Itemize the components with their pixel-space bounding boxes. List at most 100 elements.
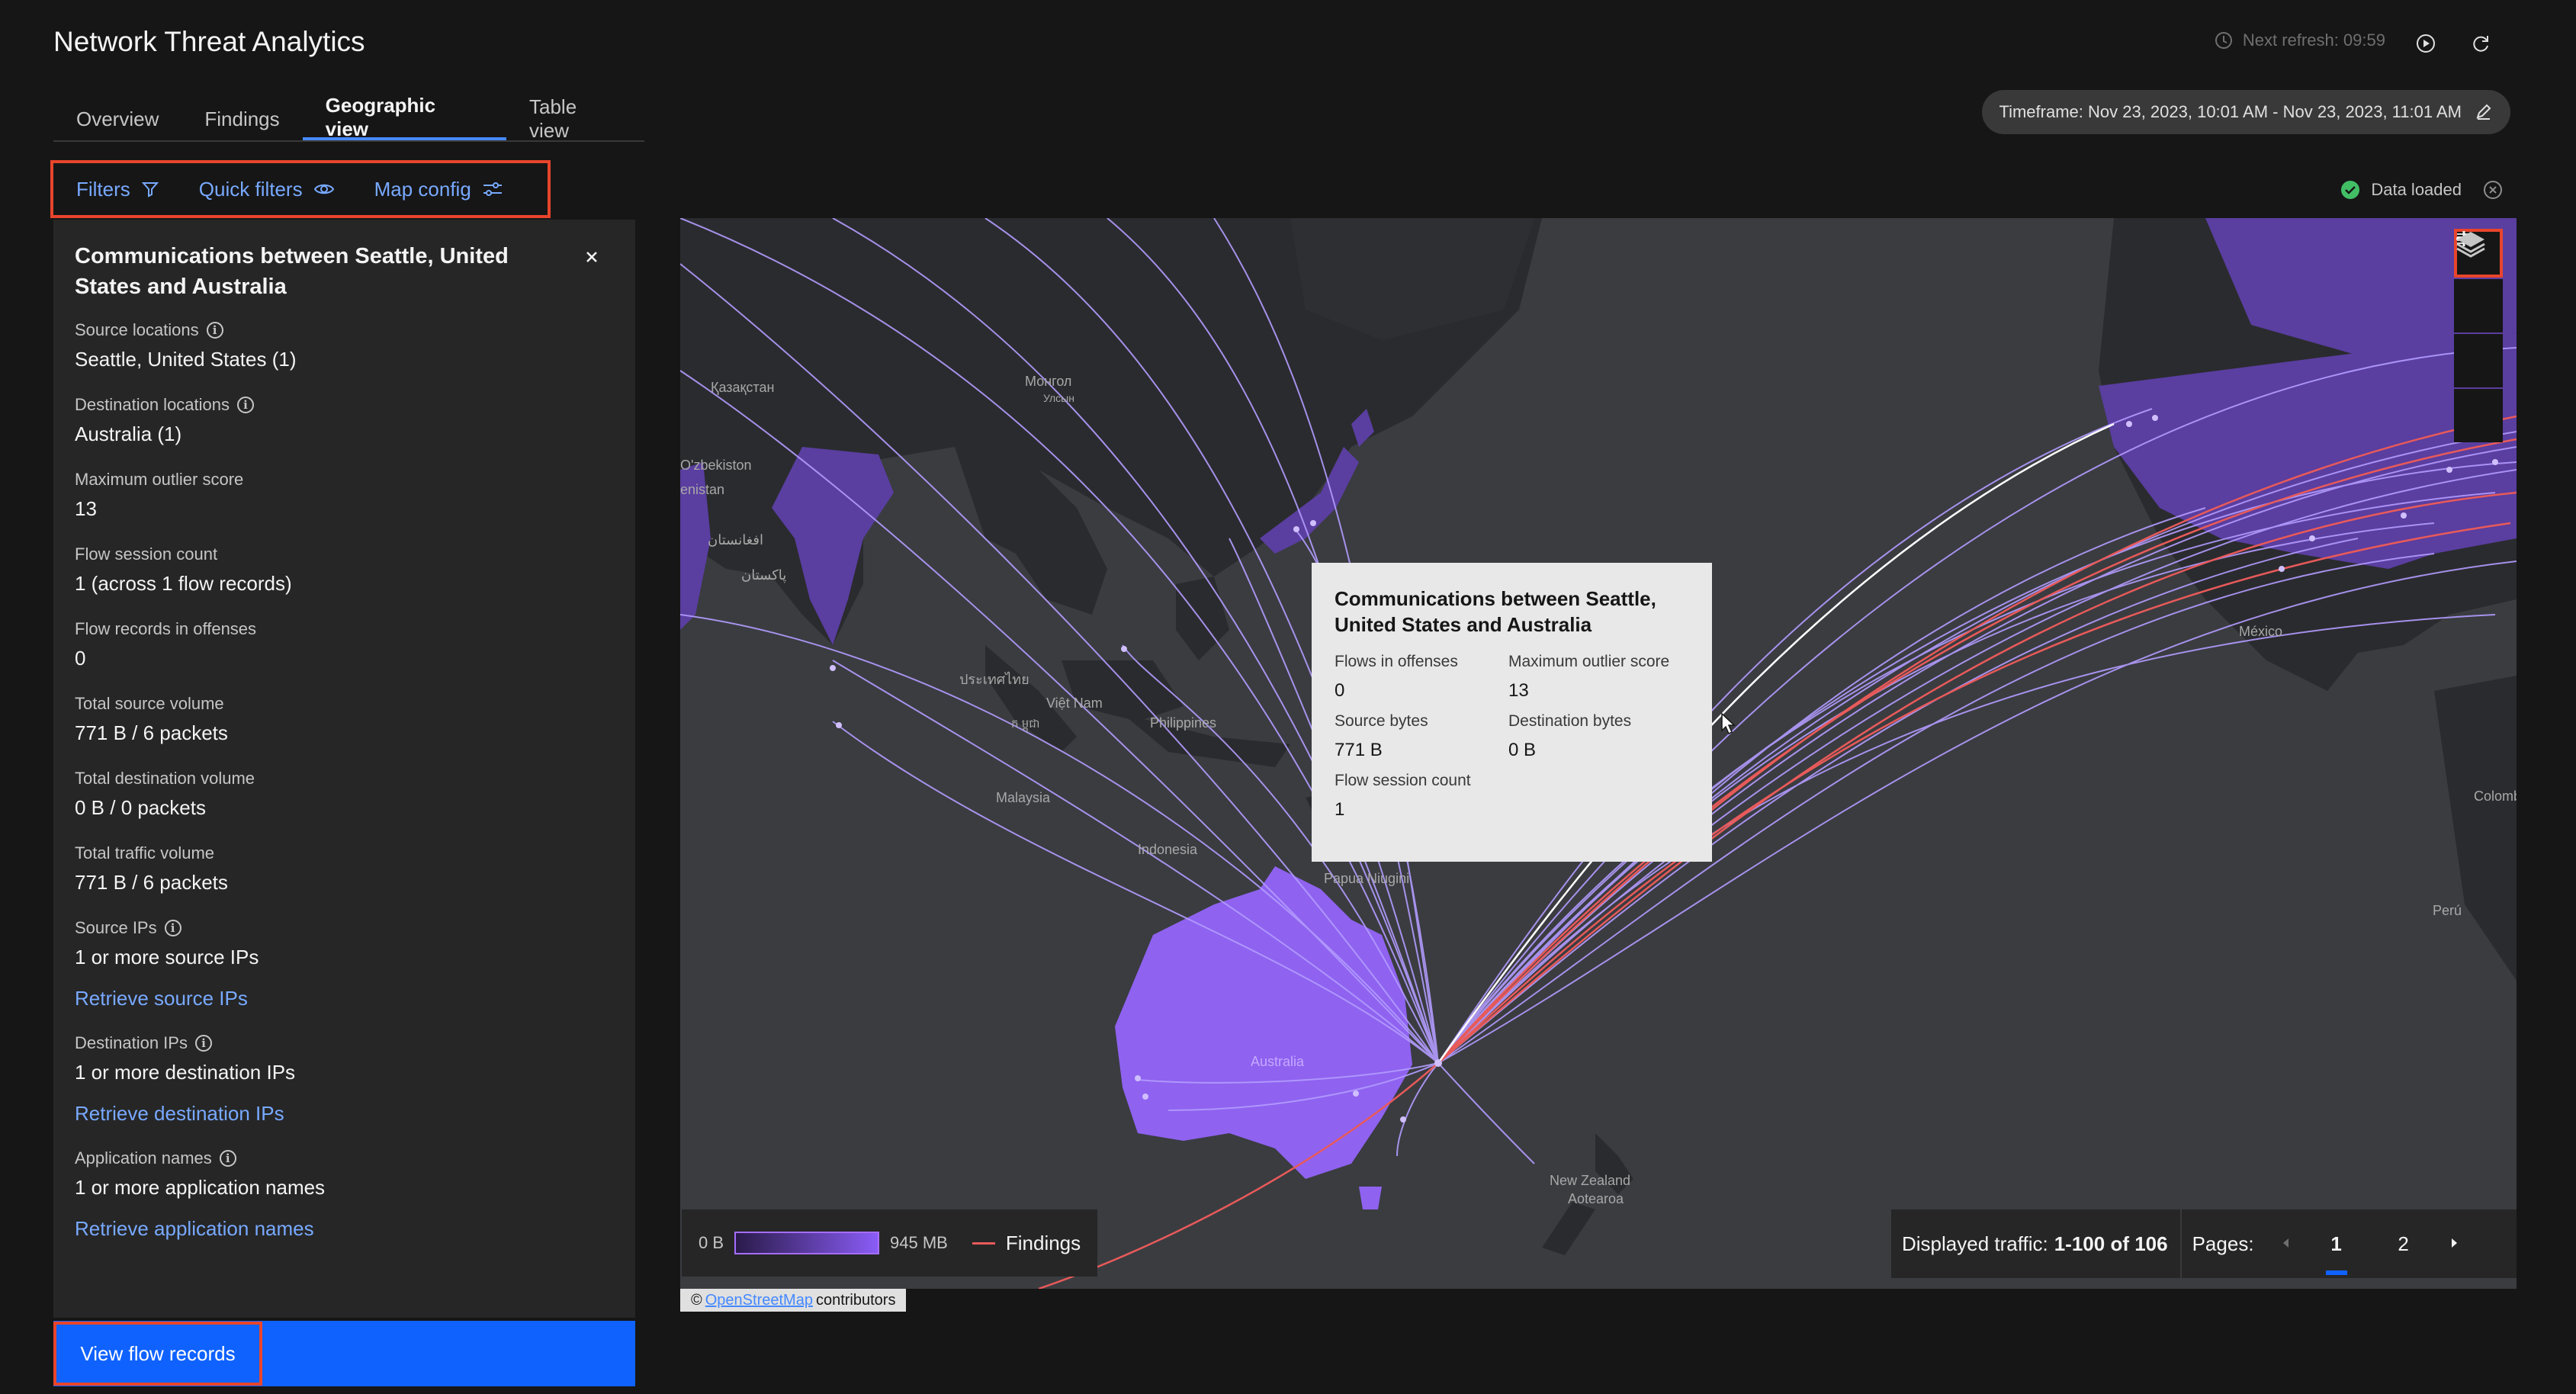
tooltip-max-outlier: Maximum outlier score 13 (1508, 653, 1691, 702)
field-value: 0 (75, 647, 86, 670)
close-panel-button[interactable] (580, 246, 603, 268)
filters-label: Filters (76, 177, 130, 201)
filter-toolbar: Filters Quick filters Map config (50, 160, 551, 218)
map-config-label: Map config (374, 177, 471, 201)
quick-filters-button[interactable]: Quick filters (199, 178, 335, 201)
tab-findings[interactable]: Findings (181, 98, 302, 140)
refresh-button[interactable] (2468, 31, 2494, 56)
map-label: پاکستان (741, 567, 787, 583)
flow-endpoint[interactable] (2309, 535, 2315, 541)
flow-arc[interactable] (1437, 1062, 1535, 1164)
flow-endpoint[interactable] (1121, 646, 1127, 652)
field-value: 1 or more application names (75, 1176, 326, 1199)
caret-left-icon (2282, 1238, 2289, 1248)
map-label: Papua Niugini (1324, 871, 1410, 886)
legend-gradient (734, 1232, 880, 1254)
map-label: ក ម្ពុជា (1011, 718, 1040, 731)
field-value: 1 or more source IPs (75, 946, 259, 968)
info-icon[interactable]: i (237, 397, 255, 413)
next-refresh: Next refresh: 09:59 (2214, 31, 2385, 50)
legend-max: 945 MB (890, 1233, 948, 1252)
map-legend: 0 B 945 MB Findings (682, 1209, 1098, 1277)
filters-button[interactable]: Filters (76, 178, 159, 201)
field-destination-ips: Destination IPs i 1 or more destination I… (75, 1032, 614, 1126)
flow-endpoint[interactable] (2401, 512, 2407, 519)
field-value: 0 B / 0 packets (75, 796, 206, 819)
flow-endpoint[interactable] (830, 665, 836, 671)
info-icon[interactable]: i (194, 1035, 212, 1052)
prev-page-button[interactable] (2269, 1234, 2303, 1254)
data-loaded-label: Data loaded (2371, 180, 2462, 199)
flow-endpoint[interactable] (1135, 1075, 1141, 1081)
field-label: Total traffic volume (75, 843, 215, 862)
flow-endpoint[interactable] (2126, 421, 2132, 427)
displayed-traffic-label: Displayed traffic: (1902, 1232, 2048, 1255)
flow-endpoint[interactable] (2279, 566, 2285, 572)
flow-endpoint[interactable] (1142, 1094, 1148, 1100)
field-label: Destination locations (75, 395, 230, 414)
map-label: Indonesia (1138, 842, 1198, 857)
zoom-in-button[interactable] (2454, 231, 2503, 332)
map-label: افغانستان (708, 532, 763, 548)
info-icon[interactable]: i (206, 322, 223, 339)
pagination: Displayed traffic: 1-100 of 106 Pages: 1… (1891, 1209, 2517, 1278)
layers-button[interactable] (2454, 232, 2503, 442)
view-flow-records-bar: View flow records (53, 1321, 635, 1386)
data-loaded-status: Data loaded (2340, 180, 2503, 200)
field-label: Source IPs (75, 918, 157, 937)
flow-endpoint[interactable] (1293, 526, 1299, 532)
flow-endpoint[interactable] (836, 722, 842, 728)
timeframe-pill[interactable]: Timeframe: Nov 23, 2023, 10:01 AM - Nov … (1982, 90, 2510, 134)
findings-line-swatch (972, 1241, 995, 1245)
flow-endpoint[interactable] (1353, 1090, 1359, 1097)
openstreetmap-link[interactable]: OpenStreetMap (705, 1292, 813, 1309)
flow-endpoint[interactable] (1434, 1059, 1442, 1067)
field-source-ips: Source IPs i 1 or more source IPs Retriev… (75, 917, 614, 1010)
zoom-out-button[interactable] (2454, 237, 2503, 387)
map-label: Philippines (1150, 715, 1217, 731)
play-button[interactable] (2413, 31, 2439, 56)
flow-tooltip: Communications between Seattle, United S… (1312, 563, 1712, 862)
tooltip-label: Flow session count (1335, 772, 1471, 789)
map-label: Монгол (1025, 374, 1072, 389)
edit-icon[interactable] (2474, 102, 2494, 122)
tab-geographic-view[interactable]: Geographic view (302, 94, 507, 140)
displayed-traffic-value: 1-100 of 106 (2054, 1232, 2168, 1255)
dismiss-icon[interactable] (2483, 180, 2503, 200)
layers-icon (2456, 232, 2485, 258)
retrieve-source-ips-link[interactable]: Retrieve source IPs (75, 987, 614, 1010)
info-icon[interactable]: i (219, 1150, 236, 1167)
next-page-button[interactable] (2437, 1234, 2471, 1254)
app-title: Network Threat Analytics (53, 26, 365, 57)
field-flow-session-count: Flow session count 1 (across 1 flow reco… (75, 543, 614, 596)
timeframe-label: Timeframe: Nov 23, 2023, 10:01 AM - Nov … (1999, 102, 2462, 121)
flow-endpoint[interactable] (2446, 467, 2452, 473)
legend-findings: Findings (1005, 1231, 1081, 1254)
tab-overview[interactable]: Overview (53, 98, 181, 140)
field-label: Application names (75, 1148, 212, 1168)
panel-title: Communications between Seattle, United S… (75, 244, 509, 299)
map-config-button[interactable]: Map config (374, 178, 503, 201)
flow-endpoint[interactable] (1310, 520, 1316, 526)
field-label: Source locations (75, 320, 199, 339)
tab-table-view[interactable]: Table view (506, 95, 644, 142)
retrieve-application-names-link[interactable]: Retrieve application names (75, 1217, 614, 1241)
page-button-1[interactable]: 1 (2303, 1209, 2370, 1278)
info-icon[interactable]: i (164, 920, 181, 936)
eye-icon (313, 184, 334, 194)
map-controls (2454, 229, 2503, 442)
caret-right-icon (2451, 1238, 2457, 1248)
attribution-suffix: contributors (815, 1291, 896, 1309)
flow-endpoint[interactable] (2152, 415, 2158, 421)
map-label: Perú (2433, 903, 2462, 918)
retrieve-destination-ips-link[interactable]: Retrieve destination IPs (75, 1102, 614, 1126)
refresh-icon (2473, 36, 2488, 52)
flow-endpoint[interactable] (1400, 1116, 1406, 1123)
tooltip-value: 0 B (1508, 740, 1537, 760)
page-button-2[interactable]: 2 (2370, 1209, 2437, 1278)
field-label: Destination IPs (75, 1033, 188, 1052)
view-flow-records-button[interactable]: View flow records (53, 1322, 262, 1386)
pages-label: Pages: (2192, 1232, 2254, 1255)
flow-endpoint[interactable] (2492, 459, 2498, 465)
field-application-names: Application names i 1 or more application… (75, 1147, 614, 1241)
